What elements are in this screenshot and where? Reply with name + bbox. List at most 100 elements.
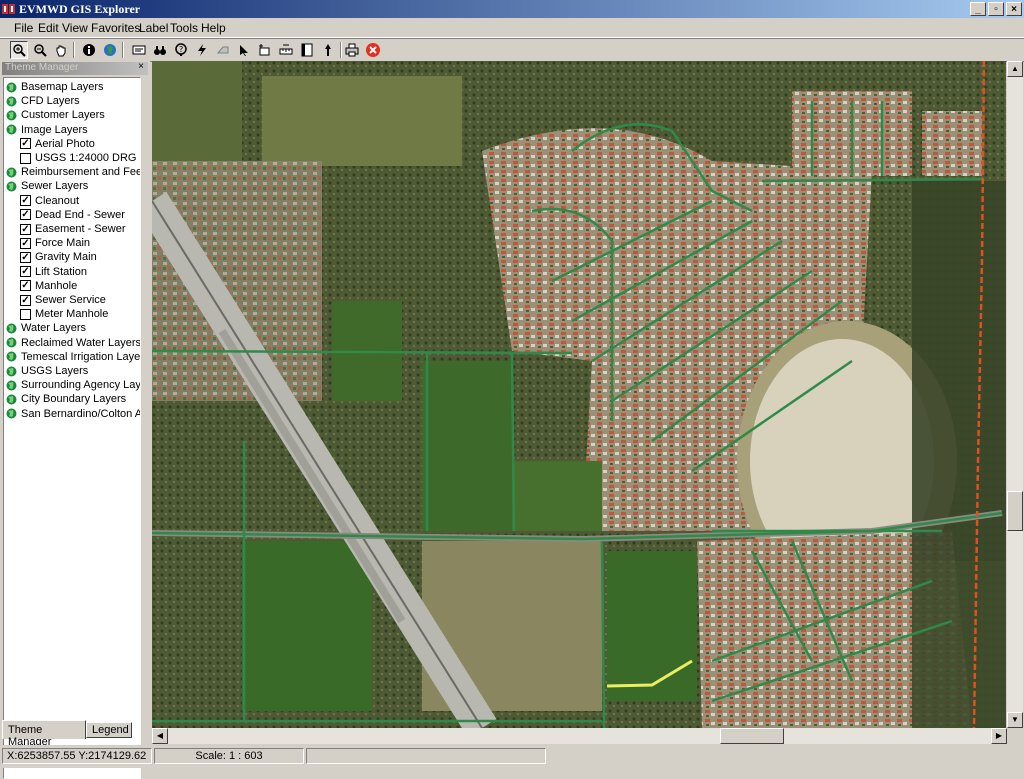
layer-group-icon	[6, 408, 17, 419]
close-button[interactable]: ×	[1006, 2, 1022, 16]
layer-checkbox[interactable]: ✓	[20, 294, 31, 306]
svg-text:?: ?	[179, 45, 183, 54]
layer-label: Image Layers	[21, 123, 88, 136]
layer-item[interactable]: ✓ Cleanout	[20, 194, 79, 208]
layer-group[interactable]: Surrounding Agency Layers	[6, 378, 140, 392]
layer-label: Gravity Main	[35, 251, 97, 264]
aerial-map[interactable]	[152, 61, 1006, 728]
layer-item[interactable]: ✓ Manhole	[20, 279, 77, 293]
layer-item[interactable]: ✓ Dead End - Sewer	[20, 208, 125, 222]
theme-manager-panel: Theme Manager × Basemap Layers CFD Layers…	[0, 61, 150, 779]
tab-legend[interactable]: Legend	[86, 722, 132, 738]
vertical-scroll-thumb[interactable]	[1007, 491, 1023, 531]
layer-label: CFD Layers	[21, 95, 80, 108]
layout-icon[interactable]	[298, 41, 316, 59]
print-icon[interactable]	[343, 41, 361, 59]
layer-item[interactable]: Meter Manhole	[20, 307, 108, 321]
layer-checkbox[interactable]: ✓	[20, 138, 31, 150]
layer-group-icon	[6, 380, 17, 391]
scroll-up-button[interactable]: ▲	[1007, 61, 1023, 77]
menu-edit[interactable]: Edit	[38, 21, 59, 35]
layer-checkbox[interactable]	[20, 308, 31, 320]
horizontal-scrollbar[interactable]: ◀ ▶	[152, 728, 1007, 744]
layer-label: Force Main	[35, 237, 91, 250]
layer-group[interactable]: Reimbursement and Fee Cre	[6, 165, 141, 179]
layer-checkbox[interactable]: ✓	[20, 251, 31, 263]
select-arrow-icon[interactable]	[235, 41, 253, 59]
scroll-right-button[interactable]: ▶	[991, 728, 1007, 744]
layer-item[interactable]: ✓ Aerial Photo	[20, 137, 95, 151]
zoom-in-icon[interactable]	[10, 41, 28, 59]
layer-group[interactable]: Basemap Layers	[6, 80, 104, 94]
menu-tools[interactable]: Tools	[170, 21, 198, 35]
layer-group[interactable]: CFD Layers	[6, 94, 80, 108]
layer-label: Lift Station	[35, 265, 87, 278]
layer-checkbox[interactable]	[20, 152, 31, 164]
globe-icon[interactable]	[101, 41, 119, 59]
layer-group[interactable]: Sewer Layers	[6, 179, 88, 193]
identify-window-icon[interactable]	[130, 41, 148, 59]
layer-checkbox[interactable]: ✓	[20, 223, 31, 235]
layer-group[interactable]: Reclaimed Water Layers	[6, 336, 140, 350]
minimize-button[interactable]: _	[970, 2, 986, 16]
layer-label: USGS 1:24000 DRG	[35, 152, 137, 164]
layer-group[interactable]: Customer Layers	[6, 108, 105, 122]
zoom-out-icon[interactable]	[31, 41, 49, 59]
vertical-scrollbar[interactable]: ▲ ▼	[1007, 61, 1023, 728]
layer-label: Dead End - Sewer	[35, 208, 125, 221]
layer-group[interactable]: Water Layers	[6, 321, 86, 335]
layer-item[interactable]: ✓ Force Main	[20, 236, 90, 250]
theme-manager-title: Theme Manager	[5, 62, 79, 73]
layer-label: Aerial Photo	[35, 137, 95, 150]
layer-item[interactable]: ✓ Gravity Main	[20, 250, 97, 264]
layer-group-icon	[6, 110, 17, 121]
scroll-down-button[interactable]: ▼	[1007, 712, 1023, 728]
menu-file[interactable]: File	[14, 21, 33, 35]
menu-help[interactable]: Help	[201, 21, 226, 35]
layer-checkbox[interactable]: ✓	[20, 280, 31, 292]
horizontal-scroll-thumb[interactable]	[720, 728, 784, 744]
layer-label: San Bernardino/Colton Area	[21, 407, 140, 420]
layer-item[interactable]: ✓ Easement - Sewer	[20, 222, 125, 236]
menu-favorites[interactable]: Favorites	[91, 21, 140, 35]
layer-group[interactable]: Image Layers	[6, 123, 88, 137]
layer-item[interactable]: USGS 1:24000 DRG	[20, 151, 137, 165]
info-icon[interactable]	[80, 41, 98, 59]
layer-checkbox[interactable]: ✓	[20, 209, 31, 221]
app-icon	[2, 4, 15, 14]
layer-group[interactable]: USGS Layers	[6, 364, 88, 378]
toolbar-separator	[73, 42, 75, 58]
query-icon[interactable]: ?	[172, 41, 190, 59]
pan-hand-icon[interactable]	[52, 41, 70, 59]
north-arrow-icon[interactable]	[319, 41, 337, 59]
scroll-left-button[interactable]: ◀	[152, 728, 168, 744]
measure-icon[interactable]	[277, 41, 295, 59]
maximize-button[interactable]: ▫	[988, 2, 1004, 16]
layer-checkbox[interactable]: ✓	[20, 266, 31, 278]
layer-checkbox[interactable]: ✓	[20, 237, 31, 249]
eraser-icon[interactable]	[214, 41, 232, 59]
lightning-icon[interactable]	[193, 41, 211, 59]
menu-label[interactable]: Label	[139, 21, 168, 35]
layer-label: Cleanout	[35, 194, 80, 207]
layer-item[interactable]: ✓ Lift Station	[20, 265, 87, 279]
stop-icon[interactable]	[364, 41, 382, 59]
layer-label: Easement - Sewer	[35, 223, 126, 235]
layer-group[interactable]: Temescal Irrigation Layers	[6, 350, 140, 364]
layer-group-icon	[6, 323, 17, 334]
layer-label: Reimbursement and Fee Cre	[21, 166, 141, 179]
panel-close-icon[interactable]: ×	[136, 62, 146, 73]
layer-checkbox[interactable]: ✓	[20, 195, 31, 207]
layer-group[interactable]: City Boundary Layers	[6, 392, 126, 406]
layer-group[interactable]: San Bernardino/Colton Area	[6, 407, 140, 421]
layer-item[interactable]: ✓ Sewer Service	[20, 293, 106, 307]
tab-theme-manager[interactable]: Theme Manager	[2, 720, 86, 748]
status-panel	[306, 748, 546, 764]
layer-group-icon	[6, 351, 17, 362]
menu-view[interactable]: View	[62, 21, 88, 35]
layer-group-icon	[6, 96, 17, 107]
map-view[interactable]	[152, 61, 1006, 728]
binoculars-icon[interactable]	[151, 41, 169, 59]
status-bar: X:6253857.55 Y:2174129.62 Scale: 1 : 603	[0, 745, 1024, 768]
buffer-icon[interactable]	[256, 41, 274, 59]
